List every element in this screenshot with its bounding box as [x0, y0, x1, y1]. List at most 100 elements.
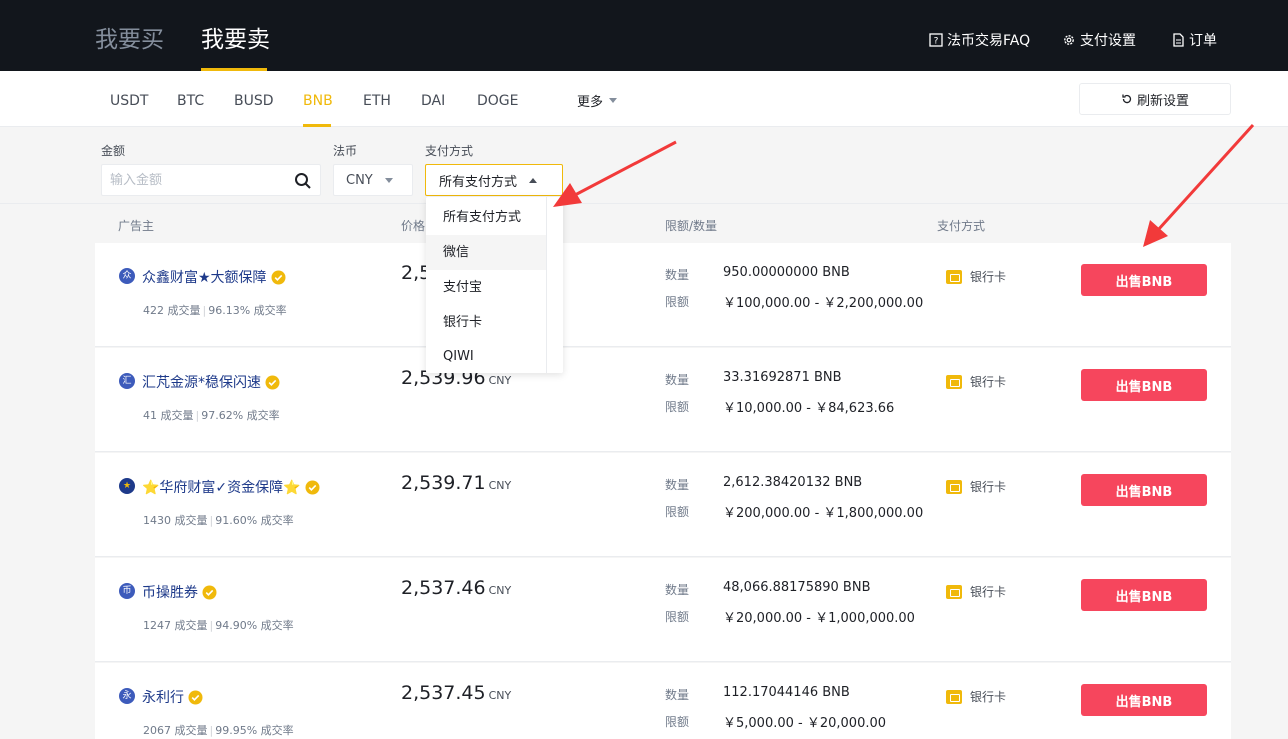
- quantity-value: 2,612.38420132 BNB: [723, 475, 863, 490]
- advertiser-name-text: 众鑫财富★大额保障: [142, 270, 267, 286]
- limit-label: 限额: [665, 715, 690, 729]
- verified-badge-icon: [188, 690, 203, 704]
- price-value: 2,539.71: [401, 472, 486, 494]
- trade-count: 2067: [143, 724, 171, 737]
- quantity-value: 48,066.88175890 BNB: [723, 580, 871, 595]
- search-icon[interactable]: [294, 172, 312, 190]
- sell-bnb-button[interactable]: 出售BNB: [1081, 369, 1207, 401]
- completion-rate: 91.60%: [215, 514, 258, 527]
- completion-rate-label: 成交率: [260, 724, 294, 737]
- avatar: 众: [119, 268, 135, 284]
- advertiser-name[interactable]: 汇芃金源*稳保闪速: [142, 372, 280, 392]
- payment-method-select[interactable]: 所有支付方式: [425, 164, 563, 196]
- advertiser-name[interactable]: ⭐华府财富✓资金保障⭐: [142, 477, 320, 497]
- price: 2,539.71 CNY: [401, 472, 511, 494]
- payment-method-label: 支付方式: [425, 144, 474, 158]
- dropdown-option-alipay[interactable]: 支付宝: [426, 270, 546, 305]
- faq-link[interactable]: ? 法币交易FAQ: [929, 30, 1030, 50]
- advertiser-stats: 1247 成交量 | 94.90% 成交率: [143, 617, 294, 633]
- coin-tab-eth[interactable]: ETH: [363, 92, 391, 110]
- payment-settings-link[interactable]: 支付设置: [1062, 30, 1136, 50]
- payment-method-chip: 银行卡: [946, 478, 1006, 495]
- tab-sell[interactable]: 我要卖: [201, 24, 270, 56]
- advertiser-name-text: ⭐华府财富✓资金保障⭐: [142, 480, 301, 496]
- completion-rate: 97.62%: [201, 409, 244, 422]
- refresh-settings-button[interactable]: 刷新设置: [1079, 83, 1231, 115]
- price-unit: CNY: [488, 374, 512, 387]
- quantity-value: 33.31692871 BNB: [723, 370, 842, 385]
- dropdown-option-qiwi[interactable]: QIWI: [426, 339, 546, 373]
- orders-label: 订单: [1189, 33, 1217, 49]
- trade-count-label: 成交量: [160, 409, 194, 422]
- orders-link[interactable]: 订单: [1171, 30, 1217, 50]
- verified-badge-icon: [271, 270, 286, 284]
- sell-bnb-button[interactable]: 出售BNB: [1081, 684, 1207, 716]
- completion-rate-label: 成交率: [260, 514, 294, 527]
- quantity-value: 950.00000000 BNB: [723, 265, 850, 280]
- price-unit: CNY: [488, 584, 512, 597]
- payment-method-text: 银行卡: [970, 585, 1007, 599]
- dropdown-scrollbar[interactable]: [546, 197, 563, 373]
- column-header-payment: 支付方式: [937, 219, 986, 233]
- limit-value: ￥20,000.00 - ￥1,000,000.00: [723, 611, 915, 626]
- bank-card-icon: [946, 374, 962, 389]
- quantity-label: 数量: [665, 373, 690, 387]
- sell-bnb-button[interactable]: 出售BNB: [1081, 264, 1207, 296]
- sell-bnb-button[interactable]: 出售BNB: [1081, 579, 1207, 611]
- sell-bnb-button[interactable]: 出售BNB: [1081, 474, 1207, 506]
- price-unit: CNY: [488, 689, 512, 702]
- dropdown-option-bank-card[interactable]: 银行卡: [426, 305, 546, 340]
- divider: |: [202, 304, 207, 317]
- gear-icon: [1064, 35, 1074, 45]
- bank-card-icon: [946, 689, 962, 704]
- completion-rate-label: 成交率: [260, 619, 294, 632]
- advertiser-name[interactable]: 永利行: [142, 687, 203, 707]
- coin-tabs-bar: USDT BTC BUSD BNB ETH DAI DOGE 更多 刷新设置: [0, 71, 1288, 127]
- completion-rate: 99.95%: [215, 724, 258, 737]
- completion-rate-label: 成交率: [246, 409, 280, 422]
- quantity-label: 数量: [665, 268, 690, 282]
- quantity-value: 112.17044146 BNB: [723, 685, 850, 700]
- coin-tab-busd[interactable]: BUSD: [234, 92, 274, 110]
- completion-rate: 96.13%: [208, 304, 251, 317]
- completion-rate: 94.90%: [215, 619, 258, 632]
- coin-tab-dai[interactable]: DAI: [421, 92, 445, 110]
- divider: |: [209, 619, 214, 632]
- svg-text:?: ?: [934, 37, 939, 47]
- trade-count-label: 成交量: [174, 619, 208, 632]
- payment-method-chip: 银行卡: [946, 268, 1006, 285]
- tab-buy[interactable]: 我要买: [95, 24, 164, 56]
- more-label: 更多: [577, 95, 604, 110]
- advertiser-name-text: 永利行: [142, 690, 184, 706]
- limit-label: 限额: [665, 295, 690, 309]
- avatar: 币: [119, 583, 135, 599]
- coin-tab-btc[interactable]: BTC: [177, 92, 204, 110]
- amount-input[interactable]: [110, 170, 285, 190]
- advertiser-name[interactable]: 币操胜券: [142, 582, 217, 602]
- payment-settings-label: 支付设置: [1080, 33, 1136, 49]
- limit-label: 限额: [665, 610, 690, 624]
- dropdown-option-all[interactable]: 所有支付方式: [426, 200, 546, 235]
- payment-method-chip: 银行卡: [946, 583, 1006, 600]
- payment-method-text: 银行卡: [970, 270, 1007, 284]
- advertiser-stats: 1430 成交量 | 91.60% 成交率: [143, 512, 294, 528]
- coin-tab-bnb[interactable]: BNB: [303, 92, 333, 110]
- advertiser-name-text: 币操胜券: [142, 585, 198, 601]
- chevron-down-icon: [384, 177, 393, 183]
- advertiser-name[interactable]: 众鑫财富★大额保障: [142, 267, 286, 287]
- fiat-select[interactable]: CNY: [333, 164, 413, 196]
- coin-tab-doge[interactable]: DOGE: [477, 92, 519, 110]
- bank-card-icon: [946, 269, 962, 284]
- price: 2,537.46 CNY: [401, 577, 511, 599]
- more-coins-dropdown[interactable]: 更多: [577, 91, 618, 110]
- coin-tab-usdt[interactable]: USDT: [110, 92, 148, 110]
- verified-badge-icon: [202, 585, 217, 599]
- advertiser-name-text: 汇芃金源*稳保闪速: [142, 375, 261, 391]
- trade-count: 1430: [143, 514, 171, 527]
- payment-method-chip: 银行卡: [946, 373, 1006, 390]
- column-header-advertiser: 广告主: [118, 219, 155, 233]
- chevron-up-icon: [529, 177, 538, 183]
- dropdown-option-wechat[interactable]: 微信: [426, 235, 546, 270]
- payment-method-value: 所有支付方式: [439, 174, 518, 190]
- divider: |: [195, 409, 200, 422]
